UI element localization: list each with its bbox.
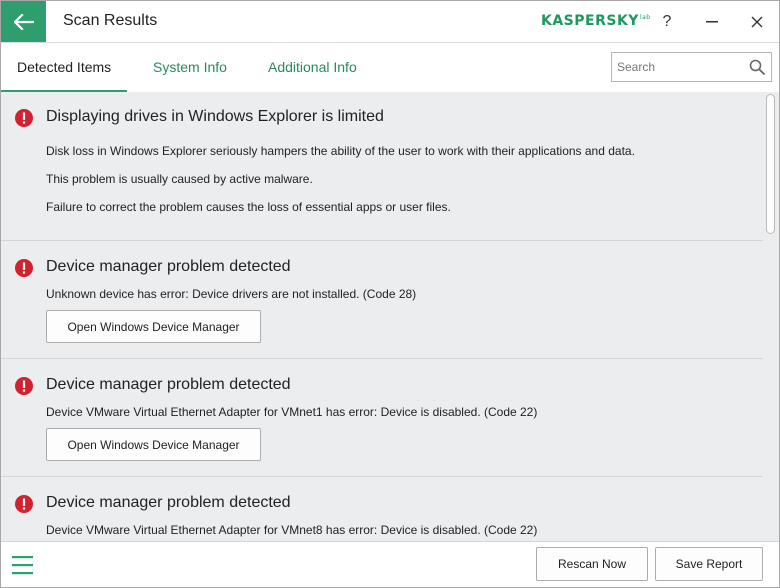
close-button[interactable]: [739, 1, 775, 42]
logo-text: KASPERSKY: [541, 13, 639, 29]
item-description: Device VMware Virtual Ethernet Adapter f…: [46, 405, 538, 419]
search-icon[interactable]: [749, 59, 765, 75]
item-description: Disk loss in Windows Explorer seriously …: [46, 144, 635, 158]
item-description: Failure to correct the problem causes th…: [46, 200, 451, 214]
scan-results-window: Scan Results KASPERSKYlab ? Detected Ite…: [0, 0, 780, 588]
kaspersky-logo: KASPERSKYlab: [541, 13, 651, 29]
detected-item: Device manager problem detected Device V…: [1, 359, 763, 477]
item-title: Device manager problem detected: [46, 258, 291, 275]
item-description: Device VMware Virtual Ethernet Adapter f…: [46, 523, 538, 537]
search-input[interactable]: [612, 53, 747, 81]
open-device-manager-button[interactable]: Open Windows Device Manager: [46, 428, 261, 461]
item-title: Device manager problem detected: [46, 494, 291, 511]
detected-item: Device manager problem detected Device V…: [1, 477, 763, 541]
window-title: Scan Results: [63, 12, 158, 29]
item-description: Unknown device has error: Device drivers…: [46, 287, 417, 301]
item-description: This problem is usually caused by active…: [46, 172, 313, 186]
tab-bar: Detected Items System Info Additional In…: [1, 42, 779, 93]
error-icon: [15, 377, 33, 395]
error-icon: [15, 259, 33, 277]
error-icon: [15, 495, 33, 513]
scrollbar[interactable]: [763, 92, 779, 541]
close-icon: [751, 16, 763, 27]
minimize-icon: [706, 20, 718, 22]
detected-item: Device manager problem detected Unknown …: [1, 241, 763, 359]
help-button[interactable]: ?: [649, 1, 685, 42]
tab-system-info[interactable]: System Info: [153, 43, 227, 92]
detected-items-list: Displaying drives in Windows Explorer is…: [1, 92, 779, 541]
rescan-now-button[interactable]: Rescan Now: [536, 547, 648, 581]
detected-item: Displaying drives in Windows Explorer is…: [1, 92, 763, 241]
search-box: [611, 52, 772, 82]
item-title: Displaying drives in Windows Explorer is…: [46, 108, 384, 125]
back-button[interactable]: [1, 1, 46, 42]
minimize-button[interactable]: [694, 1, 730, 42]
scrollbar-thumb[interactable]: [766, 94, 775, 234]
tab-label: Detected Items: [17, 59, 112, 75]
title-bar: Scan Results KASPERSKYlab ?: [1, 1, 779, 42]
tab-detected-items[interactable]: Detected Items: [1, 43, 128, 93]
error-icon: [15, 109, 33, 127]
hamburger-menu-icon[interactable]: [12, 555, 33, 575]
item-title: Device manager problem detected: [46, 376, 291, 393]
save-report-button[interactable]: Save Report: [655, 547, 763, 581]
tab-additional-info[interactable]: Additional Info: [268, 43, 357, 92]
footer-bar: Rescan Now Save Report: [1, 541, 779, 587]
open-device-manager-button[interactable]: Open Windows Device Manager: [46, 310, 261, 343]
arrow-left-icon: [13, 13, 34, 30]
